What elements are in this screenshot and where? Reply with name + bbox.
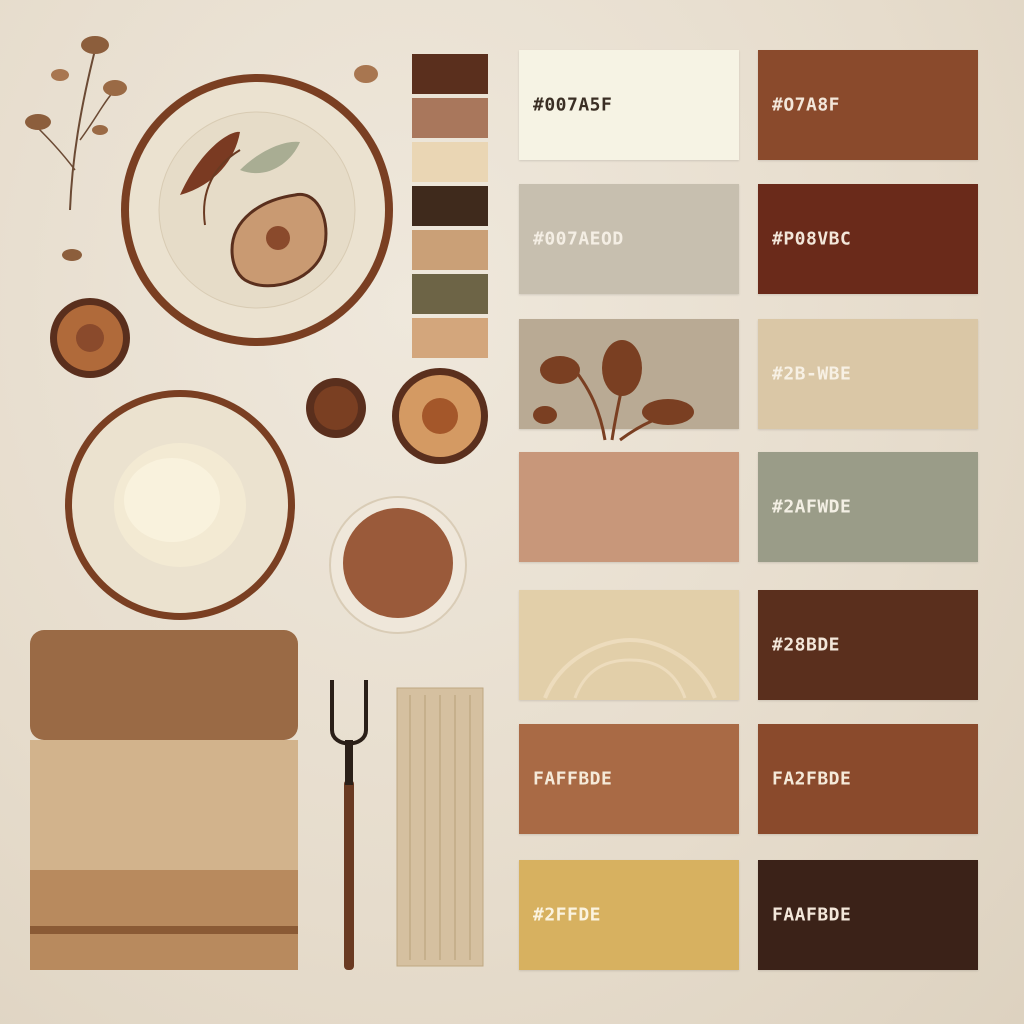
swatch-hex-label: FAFFBDE [533, 768, 613, 790]
swatch-hex-label: FAAFBDE [772, 904, 852, 926]
swatch-hex-label: #007A5F [533, 94, 613, 116]
cream-plate-icon [65, 390, 295, 620]
knit-fabric-icon [30, 630, 298, 970]
color-swatch[interactable]: #28BDE [758, 590, 978, 700]
color-swatch[interactable]: #2B-WBE [758, 319, 978, 429]
strip-segment [412, 318, 488, 358]
color-swatch[interactable]: FAFFBDE [519, 724, 739, 834]
strip-segment [412, 142, 488, 182]
strip-segment [412, 186, 488, 226]
ceramic-plate-icon [121, 74, 393, 346]
color-swatch[interactable] [519, 590, 739, 700]
color-swatch[interactable]: #2AFWDE [758, 452, 978, 562]
swatch-hex-label: #2B-WBE [772, 363, 852, 385]
swatch-hex-label: FA2FBDE [772, 768, 852, 790]
color-swatch[interactable]: #O7A8F [758, 50, 978, 160]
color-swatch[interactable] [519, 319, 739, 429]
color-swatch[interactable]: #2FFDE [519, 860, 739, 970]
fork-icon [330, 680, 368, 970]
cocoa-cup-icon [329, 496, 467, 634]
color-swatch[interactable]: FA2FBDE [758, 724, 978, 834]
swatch-hex-label: #007AEOD [533, 228, 624, 250]
color-swatch[interactable]: #007A5F [519, 50, 739, 160]
color-swatch[interactable]: #007AEOD [519, 184, 739, 294]
swatch-hex-label: #28BDE [772, 634, 841, 656]
color-swatch[interactable]: FAAFBDE [758, 860, 978, 970]
swatch-hex-label: #O7A8F [772, 94, 841, 116]
swatch-hex-label: #2FFDE [533, 904, 602, 926]
strip-segment [412, 274, 488, 314]
strip-segment [412, 230, 488, 270]
wood-sample-icon [396, 687, 484, 967]
swatch-hex-label: #P08VBC [772, 228, 852, 250]
moodboard-canvas: #007A5F #O7A8F #007AEOD #P08VBC #2B-WBE #2AFW… [0, 0, 1024, 1024]
strip-segment [412, 98, 488, 138]
color-swatch[interactable]: #P08VBC [758, 184, 978, 294]
color-swatch[interactable] [519, 452, 739, 562]
swatch-hex-label: #2AFWDE [772, 496, 852, 518]
strip-segment [412, 54, 488, 94]
